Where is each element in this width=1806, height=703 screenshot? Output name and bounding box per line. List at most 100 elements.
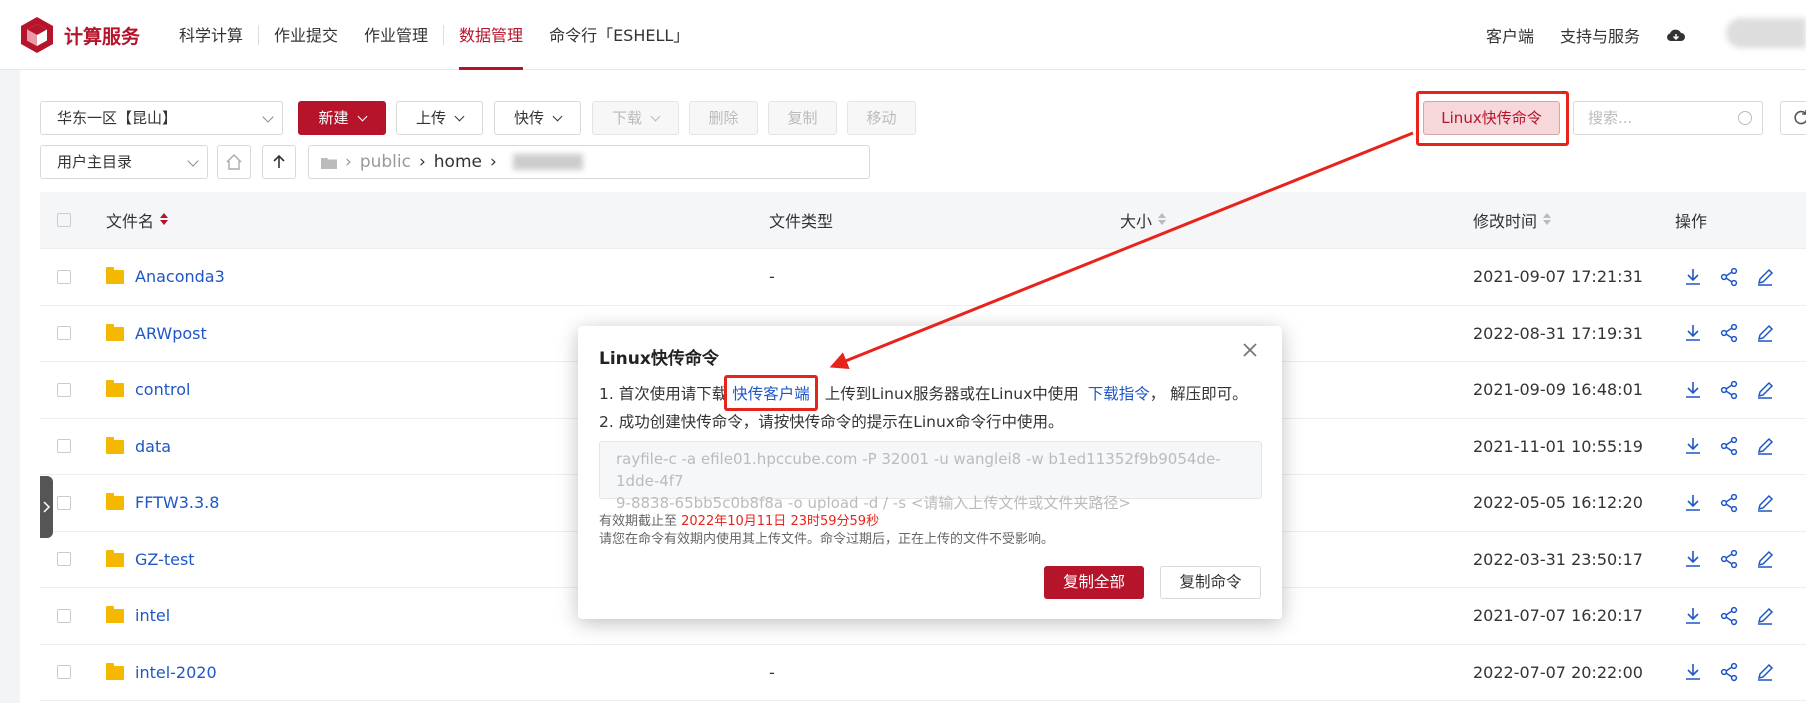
nav-client-link[interactable]: 客户端 [1486,23,1534,47]
download-icon[interactable] [1683,493,1703,513]
row-checkbox[interactable] [57,608,71,623]
refresh-button[interactable] [1780,101,1806,135]
header-name[interactable]: 文件名 [106,208,169,232]
share-icon[interactable] [1719,606,1739,626]
row-checkbox[interactable] [57,382,71,397]
fast-transfer-button[interactable]: 快传 [494,101,581,135]
linux-fast-command-button[interactable]: Linux快传命令 [1423,101,1560,135]
breadcrumb-home[interactable]: home [434,152,482,172]
chevron-down-icon [650,111,661,122]
download-command-link[interactable]: 下载指令 [1088,385,1150,403]
edit-icon[interactable] [1755,323,1775,343]
breadcrumb-separator: › [489,152,497,172]
user-avatar[interactable] [1726,18,1806,48]
file-name-link[interactable]: control [135,380,190,399]
sidebar-collapse-handle[interactable] [40,476,53,538]
chevron-down-icon [187,155,199,167]
header-mtime[interactable]: 修改时间 [1473,208,1552,232]
share-icon[interactable] [1719,549,1739,569]
header-type: 文件类型 [769,212,834,231]
row-checkbox[interactable] [57,495,71,510]
folder-icon [106,267,124,285]
folder-icon [106,662,124,680]
file-name-link[interactable]: intel-2020 [135,663,217,682]
nav-item-science-compute[interactable]: 科学计算 [166,0,256,70]
upload-button[interactable]: 上传 [396,101,483,135]
new-button[interactable]: 新建 [298,101,386,135]
delete-button[interactable]: 删除 [689,101,758,135]
file-name-link[interactable]: data [135,437,171,456]
edit-icon[interactable] [1755,436,1775,456]
row-actions [1683,323,1775,343]
cloud-download-icon[interactable] [1666,27,1686,43]
breadcrumb-separator: › [345,152,352,172]
table-row[interactable]: Anaconda3 - 2021-09-07 17:21:31 [40,249,1806,306]
parent-dir-button[interactable] [262,145,296,179]
move-button[interactable]: 移动 [847,101,916,135]
edit-icon[interactable] [1755,267,1775,287]
download-icon[interactable] [1683,606,1703,626]
download-icon[interactable] [1683,323,1703,343]
download-icon[interactable] [1683,549,1703,569]
command-line-1: rayfile-c -a efile01.hpccube.com -P 3200… [616,450,1221,490]
file-name-cell: control [106,380,190,399]
folder-icon [321,157,337,169]
chevron-down-icon [552,111,563,122]
share-icon[interactable] [1719,493,1739,513]
edit-icon[interactable] [1755,493,1775,513]
file-name-link[interactable]: ARWpost [135,324,207,343]
row-checkbox[interactable] [57,326,71,341]
brand-logo[interactable]: 计算服务 [20,16,140,54]
nav-item-data-manage[interactable]: 数据管理 [446,0,536,70]
breadcrumb-username-redacted[interactable] [512,154,583,170]
row-checkbox[interactable] [57,269,71,284]
file-type-cell: - [769,662,775,682]
breadcrumb: › public › home › [308,145,870,179]
close-icon[interactable] [1238,338,1262,362]
cube-logo-icon [21,17,53,53]
row-checkbox[interactable] [57,552,71,567]
nav-right: 客户端 支持与服务 [1486,0,1686,70]
edit-icon[interactable] [1755,662,1775,682]
download-icon[interactable] [1683,267,1703,287]
region-select[interactable]: 华东一区【昆山】 [40,101,283,135]
share-icon[interactable] [1719,380,1739,400]
file-name-link[interactable]: intel [135,606,170,625]
file-name-link[interactable]: Anaconda3 [135,267,225,286]
search-input[interactable]: 搜索... [1573,101,1763,135]
row-actions [1683,436,1775,456]
share-icon[interactable] [1719,436,1739,456]
breadcrumb-public[interactable]: public [360,152,411,172]
edit-icon[interactable] [1755,606,1775,626]
select-all-checkbox[interactable] [57,213,71,227]
download-icon[interactable] [1683,662,1703,682]
top-navbar: 计算服务 科学计算 作业提交 作业管理 数据管理 命令行「ESHELL」 客户端… [0,0,1806,70]
edit-icon[interactable] [1755,380,1775,400]
row-checkbox[interactable] [57,439,71,454]
copy-button[interactable]: 复制 [768,101,837,135]
copy-all-button[interactable]: 复制全部 [1044,566,1144,599]
nav-item-job-manage[interactable]: 作业管理 [351,0,441,70]
header-size[interactable]: 大小 [1120,208,1167,232]
share-icon[interactable] [1719,662,1739,682]
edit-icon[interactable] [1755,549,1775,569]
share-icon[interactable] [1719,323,1739,343]
file-name-cell: FFTW3.3.8 [106,493,219,512]
download-icon[interactable] [1683,436,1703,456]
nav-item-eshell[interactable]: 命令行「ESHELL」 [536,0,702,70]
root-dir-select[interactable]: 用户主目录 [40,145,208,179]
share-icon[interactable] [1719,267,1739,287]
nav-item-job-submit[interactable]: 作业提交 [261,0,351,70]
home-button[interactable] [217,145,251,179]
file-name-link[interactable]: GZ-test [135,550,195,569]
nav-support-link[interactable]: 支持与服务 [1560,23,1640,47]
download-icon[interactable] [1683,380,1703,400]
table-header: 文件名 文件类型 大小 修改时间 操作 [40,192,1806,249]
table-row[interactable]: intel-2020 - 2022-07-07 20:22:00 [40,645,1806,701]
file-mtime-cell: 2022-07-07 20:22:00 [1473,662,1643,682]
row-checkbox[interactable] [57,665,71,680]
command-textbox[interactable]: rayfile-c -a efile01.hpccube.com -P 3200… [599,441,1262,512]
copy-command-button[interactable]: 复制命令 [1160,566,1261,599]
file-name-link[interactable]: FFTW3.3.8 [135,493,219,512]
download-button[interactable]: 下载 [592,101,679,135]
